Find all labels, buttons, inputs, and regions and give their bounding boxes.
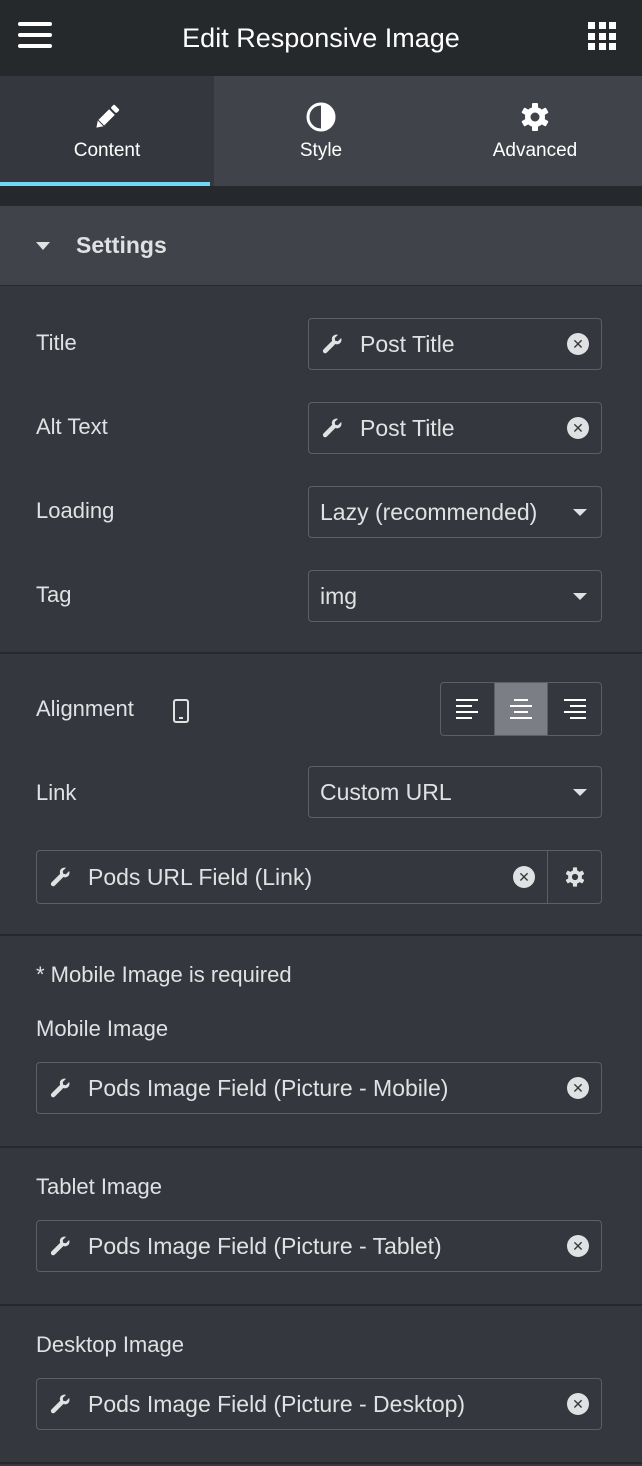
divider xyxy=(0,652,642,654)
grid-icon[interactable] xyxy=(588,22,616,50)
align-right-icon xyxy=(563,699,586,719)
divider xyxy=(0,1304,642,1306)
wrench-icon xyxy=(320,332,344,356)
loading-select[interactable]: Lazy (recommended) xyxy=(308,486,602,538)
clear-icon[interactable]: ✕ xyxy=(567,1235,589,1257)
clear-icon[interactable]: ✕ xyxy=(513,866,535,888)
align-right-button[interactable] xyxy=(548,683,601,735)
settings-section-toggle[interactable]: Settings xyxy=(0,206,642,286)
tab-advanced-label: Advanced xyxy=(492,140,578,161)
alt-text-label: Alt Text xyxy=(36,414,108,439)
mobile-image-value: Pods Image Field (Picture - Mobile) xyxy=(88,1074,449,1101)
gear-icon xyxy=(518,100,552,134)
section-title: Settings xyxy=(76,232,167,258)
link-label: Link xyxy=(36,780,77,805)
tab-advanced[interactable]: Advanced xyxy=(428,76,642,186)
mobile-image-dynamic-field[interactable]: Pods Image Field (Picture - Mobile) ✕ xyxy=(36,1062,602,1114)
dropdown-arrow-icon xyxy=(573,788,587,796)
wrench-icon xyxy=(48,1076,72,1100)
link-value: Custom URL xyxy=(320,778,452,805)
dropdown-arrow-icon xyxy=(573,508,587,516)
loading-label: Loading xyxy=(36,498,115,523)
align-center-button[interactable] xyxy=(494,683,549,735)
alt-text-value: Post Title xyxy=(360,414,455,441)
tab-content-label: Content xyxy=(73,140,141,161)
alt-text-dynamic-field[interactable]: Post Title ✕ xyxy=(308,402,602,454)
panel-title: Edit Responsive Image xyxy=(182,22,460,53)
tab-content[interactable]: Content xyxy=(0,76,214,186)
clear-icon[interactable]: ✕ xyxy=(567,1393,589,1415)
tab-style[interactable]: Style xyxy=(214,76,428,186)
align-center-icon xyxy=(510,699,532,719)
align-left-icon xyxy=(456,699,479,719)
wrench-icon xyxy=(48,865,72,889)
desktop-image-label: Desktop Image xyxy=(36,1332,184,1357)
dropdown-arrow-icon xyxy=(573,592,587,600)
title-dynamic-field[interactable]: Post Title ✕ xyxy=(308,318,602,370)
link-options-button[interactable] xyxy=(547,851,601,903)
clear-icon[interactable]: ✕ xyxy=(567,417,589,439)
tab-style-label: Style xyxy=(299,140,343,161)
gear-icon xyxy=(565,867,584,887)
mobile-image-label: Mobile Image xyxy=(36,1016,169,1041)
clear-icon[interactable]: ✕ xyxy=(567,333,589,355)
desktop-image-dynamic-field[interactable]: Pods Image Field (Picture - Desktop) ✕ xyxy=(36,1378,602,1430)
contrast-icon xyxy=(304,100,338,134)
tablet-image-dynamic-field[interactable]: Pods Image Field (Picture - Tablet) ✕ xyxy=(36,1220,602,1272)
title-value: Post Title xyxy=(360,330,455,357)
tablet-image-value: Pods Image Field (Picture - Tablet) xyxy=(88,1232,442,1259)
panel-header: Edit Responsive Image xyxy=(0,0,642,76)
tag-select[interactable]: img xyxy=(308,570,602,622)
tablet-image-label: Tablet Image xyxy=(36,1174,162,1199)
link-url-dynamic-field[interactable]: Pods URL Field (Link) ✕ xyxy=(36,850,602,904)
panel-tabs: Content Style Advanced xyxy=(0,76,642,186)
tag-value: img xyxy=(320,582,358,609)
alignment-control xyxy=(440,682,602,736)
wrench-icon xyxy=(48,1234,72,1258)
mobile-icon[interactable] xyxy=(173,699,189,723)
pencil-icon xyxy=(90,100,124,134)
divider xyxy=(0,1146,642,1148)
tabs-divider xyxy=(0,186,642,206)
caret-down-icon xyxy=(36,241,50,250)
hamburger-icon[interactable] xyxy=(18,22,54,54)
tag-label: Tag xyxy=(36,582,72,607)
wrench-icon xyxy=(320,416,344,440)
clear-icon[interactable]: ✕ xyxy=(567,1077,589,1099)
desktop-image-value: Pods Image Field (Picture - Desktop) xyxy=(88,1390,466,1417)
alignment-label: Alignment xyxy=(36,696,134,721)
wrench-icon xyxy=(48,1392,72,1416)
link-url-value: Pods URL Field (Link) xyxy=(88,863,313,890)
divider xyxy=(0,934,642,936)
loading-value: Lazy (recommended) xyxy=(320,498,538,525)
link-select[interactable]: Custom URL xyxy=(308,766,602,818)
title-label: Title xyxy=(36,330,77,355)
align-left-button[interactable] xyxy=(441,683,495,735)
required-note: * Mobile Image is required xyxy=(36,962,292,987)
divider xyxy=(0,1462,642,1464)
